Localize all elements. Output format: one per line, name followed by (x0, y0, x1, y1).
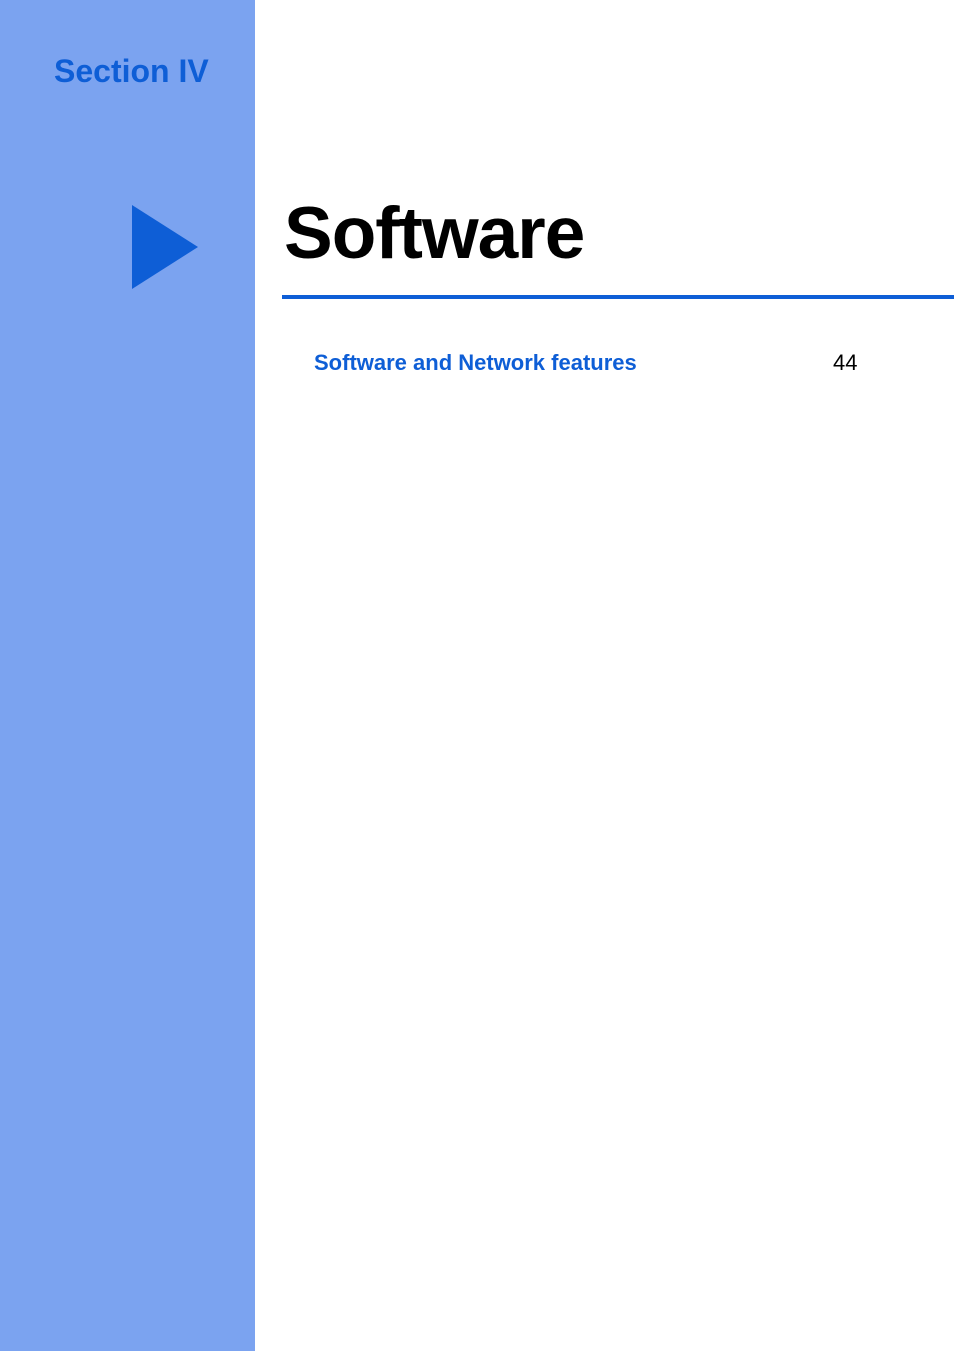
sidebar-background (0, 0, 255, 1351)
section-label: Section IV (54, 53, 209, 90)
toc-page-number: 44 (833, 350, 857, 376)
toc-entry-software-network[interactable]: Software and Network features (314, 350, 637, 376)
title-underline (282, 295, 954, 299)
section-title: Software (284, 192, 584, 275)
triangle-right-icon (132, 205, 198, 289)
